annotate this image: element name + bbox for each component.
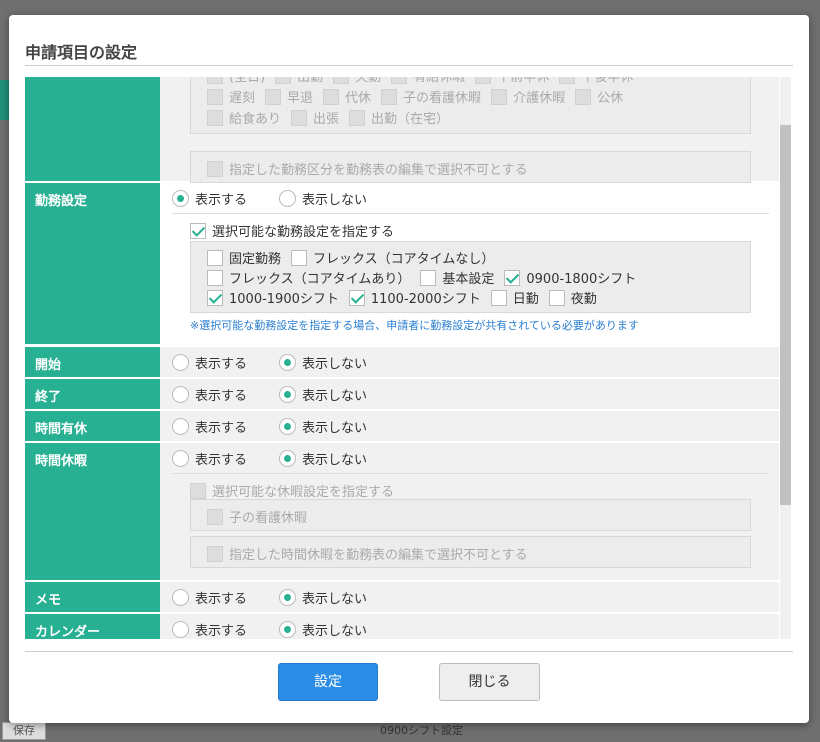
kinmu-option[interactable]: フレックス（コアタイムあり） (207, 268, 410, 287)
background-button: 保存 (2, 722, 46, 740)
row-content: 表示する 表示しない (160, 614, 779, 639)
radio-hide[interactable]: 表示しない (279, 588, 367, 607)
hourly-leave-restrict: 指定した時間休暇を勤務表の編集で選択不可とする (190, 536, 751, 568)
kinmu-option[interactable]: 1000-1900シフト (207, 288, 339, 307)
checkbox-leave[interactable]: 介護休暇 (491, 87, 565, 106)
divider (172, 213, 769, 214)
checkbox-leave[interactable]: 欠勤 (333, 77, 381, 85)
kinmu-option[interactable]: 0900-1800シフト (504, 268, 636, 287)
checkbox-leave[interactable]: 早退 (265, 87, 313, 106)
title-divider (25, 65, 793, 66)
row-content: 表示する 表示しない 選択可能な休暇設定を指定する 子の看護休暇 指定した時間休… (160, 443, 779, 580)
background-text: 0900シフト設定 (380, 724, 463, 737)
radio-show[interactable]: 表示する (172, 417, 247, 436)
checkbox-leave[interactable]: (全日) (207, 77, 265, 85)
kinmu-option[interactable]: フレックス（コアタイムなし） (291, 248, 494, 267)
row-label: カレンダー (25, 614, 160, 639)
checkbox-leave[interactable]: 出勤 (275, 77, 323, 85)
row-label: 時間休暇 (25, 443, 160, 580)
radio-hide[interactable]: 表示しない (279, 189, 367, 208)
row-content: (全日) 出勤 欠勤 有給休暇 午前半休 午後半休 遅刻 早退 代休 子の看護休… (160, 77, 779, 183)
radio-hide[interactable]: 表示しない (279, 353, 367, 372)
checkbox-leave[interactable]: 遅刻 (207, 87, 255, 106)
radio-show[interactable]: 表示する (172, 620, 247, 639)
restrict-checkbox[interactable]: 指定した時間休暇を勤務表の編集で選択不可とする (207, 544, 528, 563)
row-label: 終了 (25, 379, 160, 409)
checkbox-leave[interactable]: 給食あり (207, 108, 281, 127)
row-label (25, 77, 160, 181)
scrollbar-thumb[interactable] (780, 125, 791, 505)
radio-show[interactable]: 表示する (172, 353, 247, 372)
specify-kinmu-checkbox[interactable]: 選択可能な勤務設定を指定する (190, 221, 394, 240)
close-button[interactable]: 閉じる (439, 663, 540, 701)
dialog-title: 申請項目の設定 (25, 43, 138, 62)
kinmu-option[interactable]: 基本設定 (420, 268, 494, 287)
leave-type-group: (全日) 出勤 欠勤 有給休暇 午前半休 午後半休 遅刻 早退 代休 子の看護休… (190, 77, 751, 134)
end-row: 終了 表示する 表示しない (25, 379, 779, 410)
row-label: 開始 (25, 347, 160, 377)
radio-show[interactable]: 表示する (172, 588, 247, 607)
checkbox-leave[interactable]: 公休 (575, 87, 623, 106)
kinmu-option[interactable]: 1100-2000シフト (348, 288, 481, 307)
radio-show[interactable]: 表示する (172, 189, 247, 208)
row-content: 表示する 表示しない 選択可能な勤務設定を指定する 固定勤務 フレックス（コアタ… (160, 183, 779, 344)
settings-dialog: 申請項目の設定 (全日) 出勤 欠勤 有給休暇 午前半休 午後半休 遅刻 早退 … (9, 15, 809, 723)
hourly-leave-options: 子の看護休暇 (190, 499, 751, 531)
checkbox-leave[interactable]: 出張 (291, 108, 339, 127)
vertical-scrollbar[interactable] (780, 77, 791, 639)
hourly-paid-row: 時間有休 表示する 表示しない (25, 411, 779, 442)
checkbox-leave[interactable]: 午前半休 (475, 77, 549, 85)
checkbox-leave[interactable]: 子の看護休暇 (381, 87, 481, 106)
radio-hide[interactable]: 表示しない (279, 417, 367, 436)
kinmu-note: ※選択可能な勤務設定を指定する場合、申請者に勤務設定が共有されている必要がありま… (190, 319, 639, 332)
restrict-checkbox[interactable]: 指定した勤務区分を勤務表の編集で選択不可とする (207, 159, 528, 178)
ok-button[interactable]: 設定 (278, 663, 378, 701)
kinmu-row: 勤務設定 表示する 表示しない 選択可能な勤務設定を指定する 固定勤務 フレック… (25, 183, 779, 345)
kinmu-option[interactable]: 夜勤 (548, 288, 597, 307)
kinmu-options-group: 固定勤務 フレックス（コアタイムなし） フレックス（コアタイムあり） 基本設定 … (190, 241, 751, 313)
checkbox-leave[interactable]: 代休 (323, 87, 371, 106)
hourly-leave-row: 時間休暇 表示する 表示しない 選択可能な休暇設定を指定する 子の看護休暇 指定… (25, 443, 779, 581)
footer-divider (25, 651, 793, 652)
row-label: 勤務設定 (25, 183, 160, 344)
divider (172, 473, 769, 474)
memo-row: メモ 表示する 表示しない (25, 582, 779, 613)
radio-show[interactable]: 表示する (172, 385, 247, 404)
radio-hide[interactable]: 表示しない (279, 449, 367, 468)
calendar-row: カレンダー 表示する 表示しない (25, 614, 779, 639)
settings-scroll-area[interactable]: (全日) 出勤 欠勤 有給休暇 午前半休 午後半休 遅刻 早退 代休 子の看護休… (25, 77, 792, 639)
leave-restrict-group: 指定した勤務区分を勤務表の編集で選択不可とする (190, 151, 751, 183)
row-content: 表示する 表示しない (160, 379, 779, 409)
specify-leave-checkbox[interactable]: 選択可能な休暇設定を指定する (190, 481, 394, 500)
row-content: 表示する 表示しない (160, 582, 779, 612)
checkbox-leave[interactable]: 有給休暇 (391, 77, 465, 85)
checkbox-leave[interactable]: 出勤（在宅） (349, 108, 449, 127)
radio-show[interactable]: 表示する (172, 449, 247, 468)
row-label: メモ (25, 582, 160, 612)
checkbox-leave[interactable]: 午後半休 (559, 77, 633, 85)
kinmu-option[interactable]: 固定勤務 (207, 248, 281, 267)
row-label: 時間有休 (25, 411, 160, 441)
row-content: 表示する 表示しない (160, 411, 779, 441)
leave-type-row: (全日) 出勤 欠勤 有給休暇 午前半休 午後半休 遅刻 早退 代休 子の看護休… (25, 77, 779, 183)
radio-hide[interactable]: 表示しない (279, 620, 367, 639)
kinmu-option[interactable]: 日勤 (490, 288, 539, 307)
radio-hide[interactable]: 表示しない (279, 385, 367, 404)
row-content: 表示する 表示しない (160, 347, 779, 377)
start-row: 開始 表示する 表示しない (25, 347, 779, 378)
leave-option[interactable]: 子の看護休暇 (207, 507, 307, 526)
